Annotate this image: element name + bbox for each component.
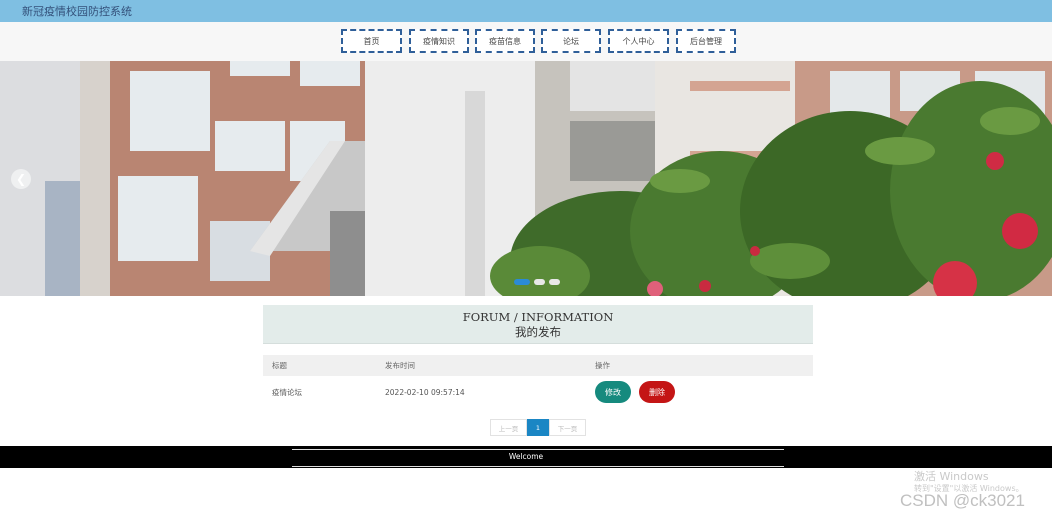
column-header-time: 发布时间 [385, 361, 415, 370]
section-header: FORUM / INFORMATION 我的发布 [263, 305, 813, 344]
column-header-actions: 操作 [595, 361, 610, 370]
page-number-button[interactable]: 1 [527, 419, 549, 436]
nav-item-admin[interactable]: 后台管理 [676, 29, 736, 53]
app-title: 新冠疫情校园防控系统 [22, 5, 132, 18]
nav-item-personal-center[interactable]: 个人中心 [608, 29, 669, 53]
footer-divider [292, 449, 784, 450]
carousel-prev-button[interactable]: ❮ [11, 169, 31, 189]
nav-item-forum[interactable]: 论坛 [541, 29, 601, 53]
edit-button[interactable]: 修改 [595, 381, 631, 403]
table-header: 标题 发布时间 操作 [263, 355, 813, 376]
main-nav: 首页 疫情知识 疫苗信息 论坛 个人中心 后台管理 [0, 22, 1052, 61]
nav-item-home[interactable]: 首页 [341, 29, 402, 53]
carousel-dot[interactable] [534, 279, 545, 285]
post-time: 2022-02-10 09:57:14 [385, 388, 465, 397]
footer-divider [292, 466, 784, 467]
nav-item-vaccine[interactable]: 疫苗信息 [475, 29, 535, 53]
header-bar: 新冠疫情校园防控系统 [0, 0, 1052, 22]
csdn-watermark: CSDN @ck3021 [900, 491, 1025, 510]
footer-text: Welcome [508, 452, 544, 461]
table-row: 疫情论坛 2022-02-10 09:57:14 修改 删除 [263, 376, 813, 409]
footer: Welcome [0, 446, 1052, 468]
delete-button[interactable]: 删除 [639, 381, 675, 403]
carousel-indicators [514, 279, 560, 285]
campus-building-photo [0, 61, 1052, 296]
column-header-title: 标题 [272, 361, 287, 370]
pagination: 上一页 1 下一页 [490, 419, 586, 436]
chevron-left-icon: ❮ [15, 172, 27, 186]
prev-page-button[interactable]: 上一页 [490, 419, 527, 436]
posts-table: 标题 发布时间 操作 疫情论坛 2022-02-10 09:57:14 修改 删… [263, 355, 813, 409]
carousel-dot[interactable] [514, 279, 530, 285]
nav-item-knowledge[interactable]: 疫情知识 [409, 29, 469, 53]
activation-watermark: 激活 Windows [914, 470, 989, 483]
carousel-banner[interactable]: ❮ [0, 61, 1052, 296]
next-page-button[interactable]: 下一页 [549, 419, 586, 436]
section-title-cn: 我的发布 [515, 325, 561, 339]
carousel-dot[interactable] [549, 279, 560, 285]
section-title-en: FORUM / INFORMATION [462, 310, 614, 324]
post-title[interactable]: 疫情论坛 [272, 376, 302, 409]
